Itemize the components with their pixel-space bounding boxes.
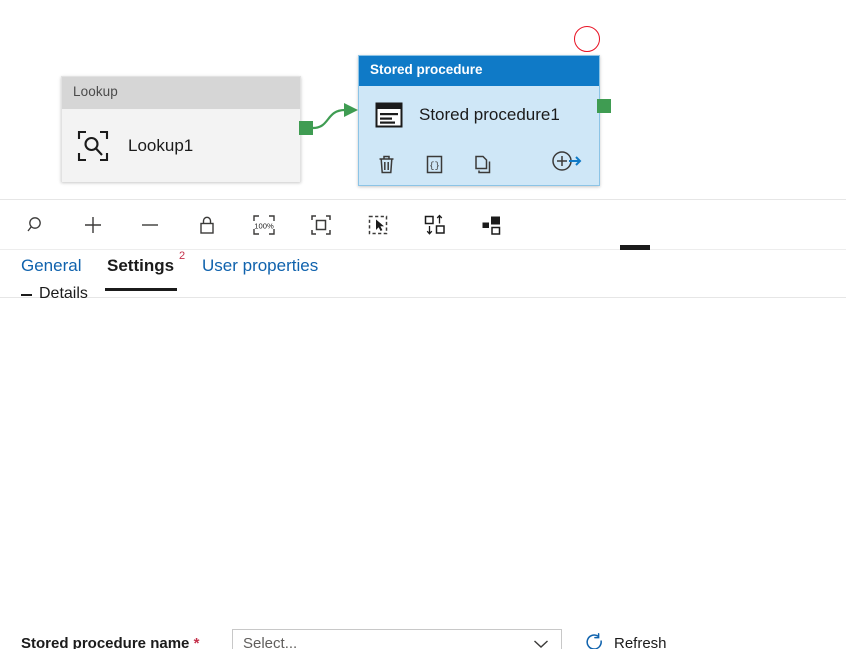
activity-action-bar: {} (359, 143, 599, 185)
settings-form: Stored procedure name * Select... Edit (0, 300, 846, 649)
stored-procedure-name-dropdown[interactable]: Select... (232, 629, 562, 649)
tab-active-underline (105, 288, 177, 291)
add-output-activity-icon[interactable] (551, 150, 583, 172)
app-root: Lookup Lookup1 Stored procedure Stored p… (0, 0, 846, 649)
tab-user-properties-label: User properties (202, 256, 319, 275)
toolbar-divider (0, 249, 846, 250)
activity-card-stored-procedure[interactable]: Stored procedure Stored procedure1 {} (358, 55, 600, 186)
zoom-search-icon[interactable] (22, 211, 50, 239)
canvas-toolbar: 100% (0, 200, 846, 250)
tab-settings-label: Settings (107, 256, 175, 275)
auto-layout-icon[interactable] (478, 211, 506, 239)
refresh-button[interactable]: Refresh (585, 633, 667, 649)
svg-text:100%: 100% (254, 222, 274, 231)
storedprocedure-output-port[interactable] (597, 99, 611, 113)
zoom-to-fit-icon[interactable] (307, 211, 335, 239)
zoom-out-icon[interactable] (136, 211, 164, 239)
clone-activity-icon[interactable] (473, 154, 492, 175)
details-section-header[interactable]: Details (21, 286, 88, 301)
red-circle-annotation (574, 26, 600, 52)
properties-tabs: General Settings 2 User properties (0, 250, 846, 298)
tab-settings-badge: 2 (178, 250, 186, 262)
lookup-magnifier-icon (76, 129, 110, 163)
lock-icon[interactable] (193, 211, 221, 239)
auto-align-icon[interactable] (421, 211, 449, 239)
zoom-in-icon[interactable] (79, 211, 107, 239)
activity-card-lookup[interactable]: Lookup Lookup1 (61, 76, 301, 182)
code-view-activity-icon[interactable]: {} (425, 154, 444, 175)
connector-arrowhead (344, 103, 358, 117)
storedprocedure-activity-name: Stored procedure1 (419, 104, 560, 124)
stored-procedure-name-label: Stored procedure name * (21, 635, 199, 649)
refresh-circular-arrow-icon (585, 633, 605, 649)
connector-lookup-to-storedprocedure (312, 108, 346, 130)
collapse-caret-icon (21, 294, 32, 296)
stored-procedure-name-value: Select... (243, 635, 298, 649)
tab-general[interactable]: General (21, 256, 81, 286)
refresh-button-label: Refresh (614, 634, 667, 649)
lookup-activity-name: Lookup1 (128, 135, 194, 155)
zoom-to-100-percent-icon[interactable]: 100% (250, 211, 278, 239)
tab-user-properties[interactable]: User properties (202, 256, 318, 286)
details-section-label: Details (39, 286, 88, 301)
stored-procedure-icon (374, 100, 404, 130)
delete-activity-icon[interactable] (377, 154, 396, 175)
chevron-down-icon (533, 639, 561, 649)
storedprocedure-activity-type-label: Stored procedure (359, 56, 599, 86)
tab-settings[interactable]: Settings 2 (105, 250, 185, 291)
tab-general-label: General (21, 256, 82, 275)
panel-drag-handle[interactable] (620, 245, 650, 250)
select-region-icon[interactable] (364, 211, 392, 239)
lookup-activity-type-label: Lookup (62, 77, 300, 109)
svg-text:{}: {} (429, 161, 440, 171)
pipeline-canvas[interactable]: Lookup Lookup1 Stored procedure Stored p… (0, 0, 846, 200)
tabs-divider (0, 297, 846, 298)
stored-procedure-name-label-text: Stored procedure name (21, 635, 190, 649)
lookup-output-port[interactable] (299, 121, 313, 135)
required-marker: * (193, 635, 200, 649)
